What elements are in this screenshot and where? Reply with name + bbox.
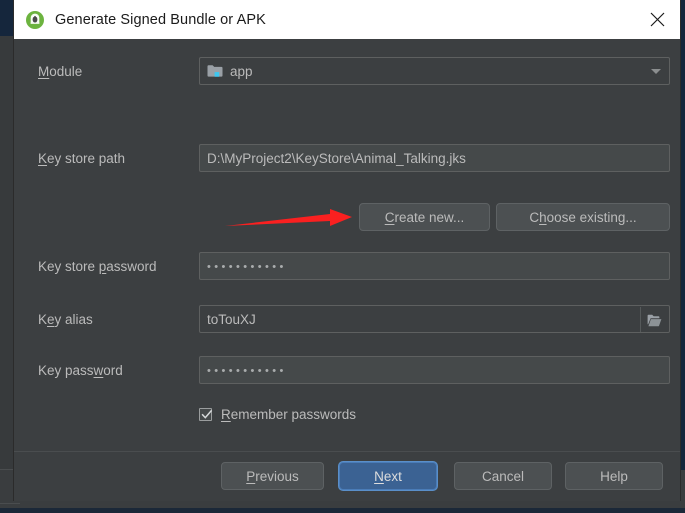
key-store-path-row: Key store path D:\MyProject2\KeyStore\An… xyxy=(14,143,680,173)
module-select[interactable]: app xyxy=(199,57,670,85)
remember-passwords-checkbox[interactable]: Remember passwords xyxy=(199,407,356,422)
chevron-down-icon[interactable] xyxy=(643,58,669,84)
create-new-button-label: Create new... xyxy=(384,209,465,225)
next-button-label: Next xyxy=(374,468,402,484)
remember-passwords-label: Remember passwords xyxy=(221,407,357,422)
key-store-path-label: Key store path xyxy=(38,150,126,166)
dialog-titlebar: Generate Signed Bundle or APK xyxy=(14,0,680,39)
dialog-footer: Previous Next Cancel Help xyxy=(14,451,680,501)
help-button[interactable]: Help xyxy=(565,462,663,490)
module-label: Module xyxy=(38,63,83,79)
ide-backdrop-divider-bottom xyxy=(0,503,20,504)
key-store-password-input[interactable]: ••••••••••• xyxy=(199,252,670,280)
choose-existing-button[interactable]: Choose existing... xyxy=(496,203,670,231)
key-alias-value: toTouXJ xyxy=(207,311,256,327)
key-store-password-label: Key store password xyxy=(38,258,157,274)
key-store-password-value: ••••••••••• xyxy=(207,260,287,273)
dialog-content: Module app Key store path D:\MyProject2\… xyxy=(14,39,680,451)
screen: Generate Signed Bundle or APK Module app… xyxy=(0,0,685,508)
ide-backdrop-left-strip xyxy=(0,36,14,508)
module-value: app xyxy=(230,63,253,79)
key-alias-input[interactable]: toTouXJ xyxy=(199,305,670,333)
module-row: Module app xyxy=(14,56,680,86)
key-store-path-value: D:\MyProject2\KeyStore\Animal_Talking.jk… xyxy=(207,150,466,166)
android-studio-icon xyxy=(25,10,45,30)
key-store-password-row: Key store password ••••••••••• xyxy=(14,251,680,281)
next-button[interactable]: Next xyxy=(339,462,437,490)
key-password-label: Key password xyxy=(38,362,123,378)
key-alias-label: Key alias xyxy=(38,311,93,327)
checkmark-icon xyxy=(199,408,213,421)
generate-signed-bundle-dialog: Generate Signed Bundle or APK Module app… xyxy=(14,0,680,501)
previous-button-label: Previous xyxy=(246,468,299,484)
folder-open-icon[interactable] xyxy=(640,307,668,332)
module-folder-icon xyxy=(207,64,223,78)
key-password-row: Key password ••••••••••• xyxy=(14,355,680,385)
key-password-input[interactable]: ••••••••••• xyxy=(199,356,670,384)
cancel-button[interactable]: Cancel xyxy=(454,462,552,490)
previous-button[interactable]: Previous xyxy=(221,462,324,490)
create-new-button[interactable]: Create new... xyxy=(359,203,490,231)
key-store-path-input[interactable]: D:\MyProject2\KeyStore\Animal_Talking.jk… xyxy=(199,144,670,172)
choose-existing-button-label: Choose existing... xyxy=(529,209,637,225)
dialog-title: Generate Signed Bundle or APK xyxy=(55,11,266,28)
key-password-value: ••••••••••• xyxy=(207,364,287,377)
cancel-button-label: Cancel xyxy=(481,468,525,484)
key-alias-row: Key alias toTouXJ xyxy=(14,304,680,334)
help-button-label: Help xyxy=(600,468,628,484)
close-icon[interactable] xyxy=(634,0,680,39)
